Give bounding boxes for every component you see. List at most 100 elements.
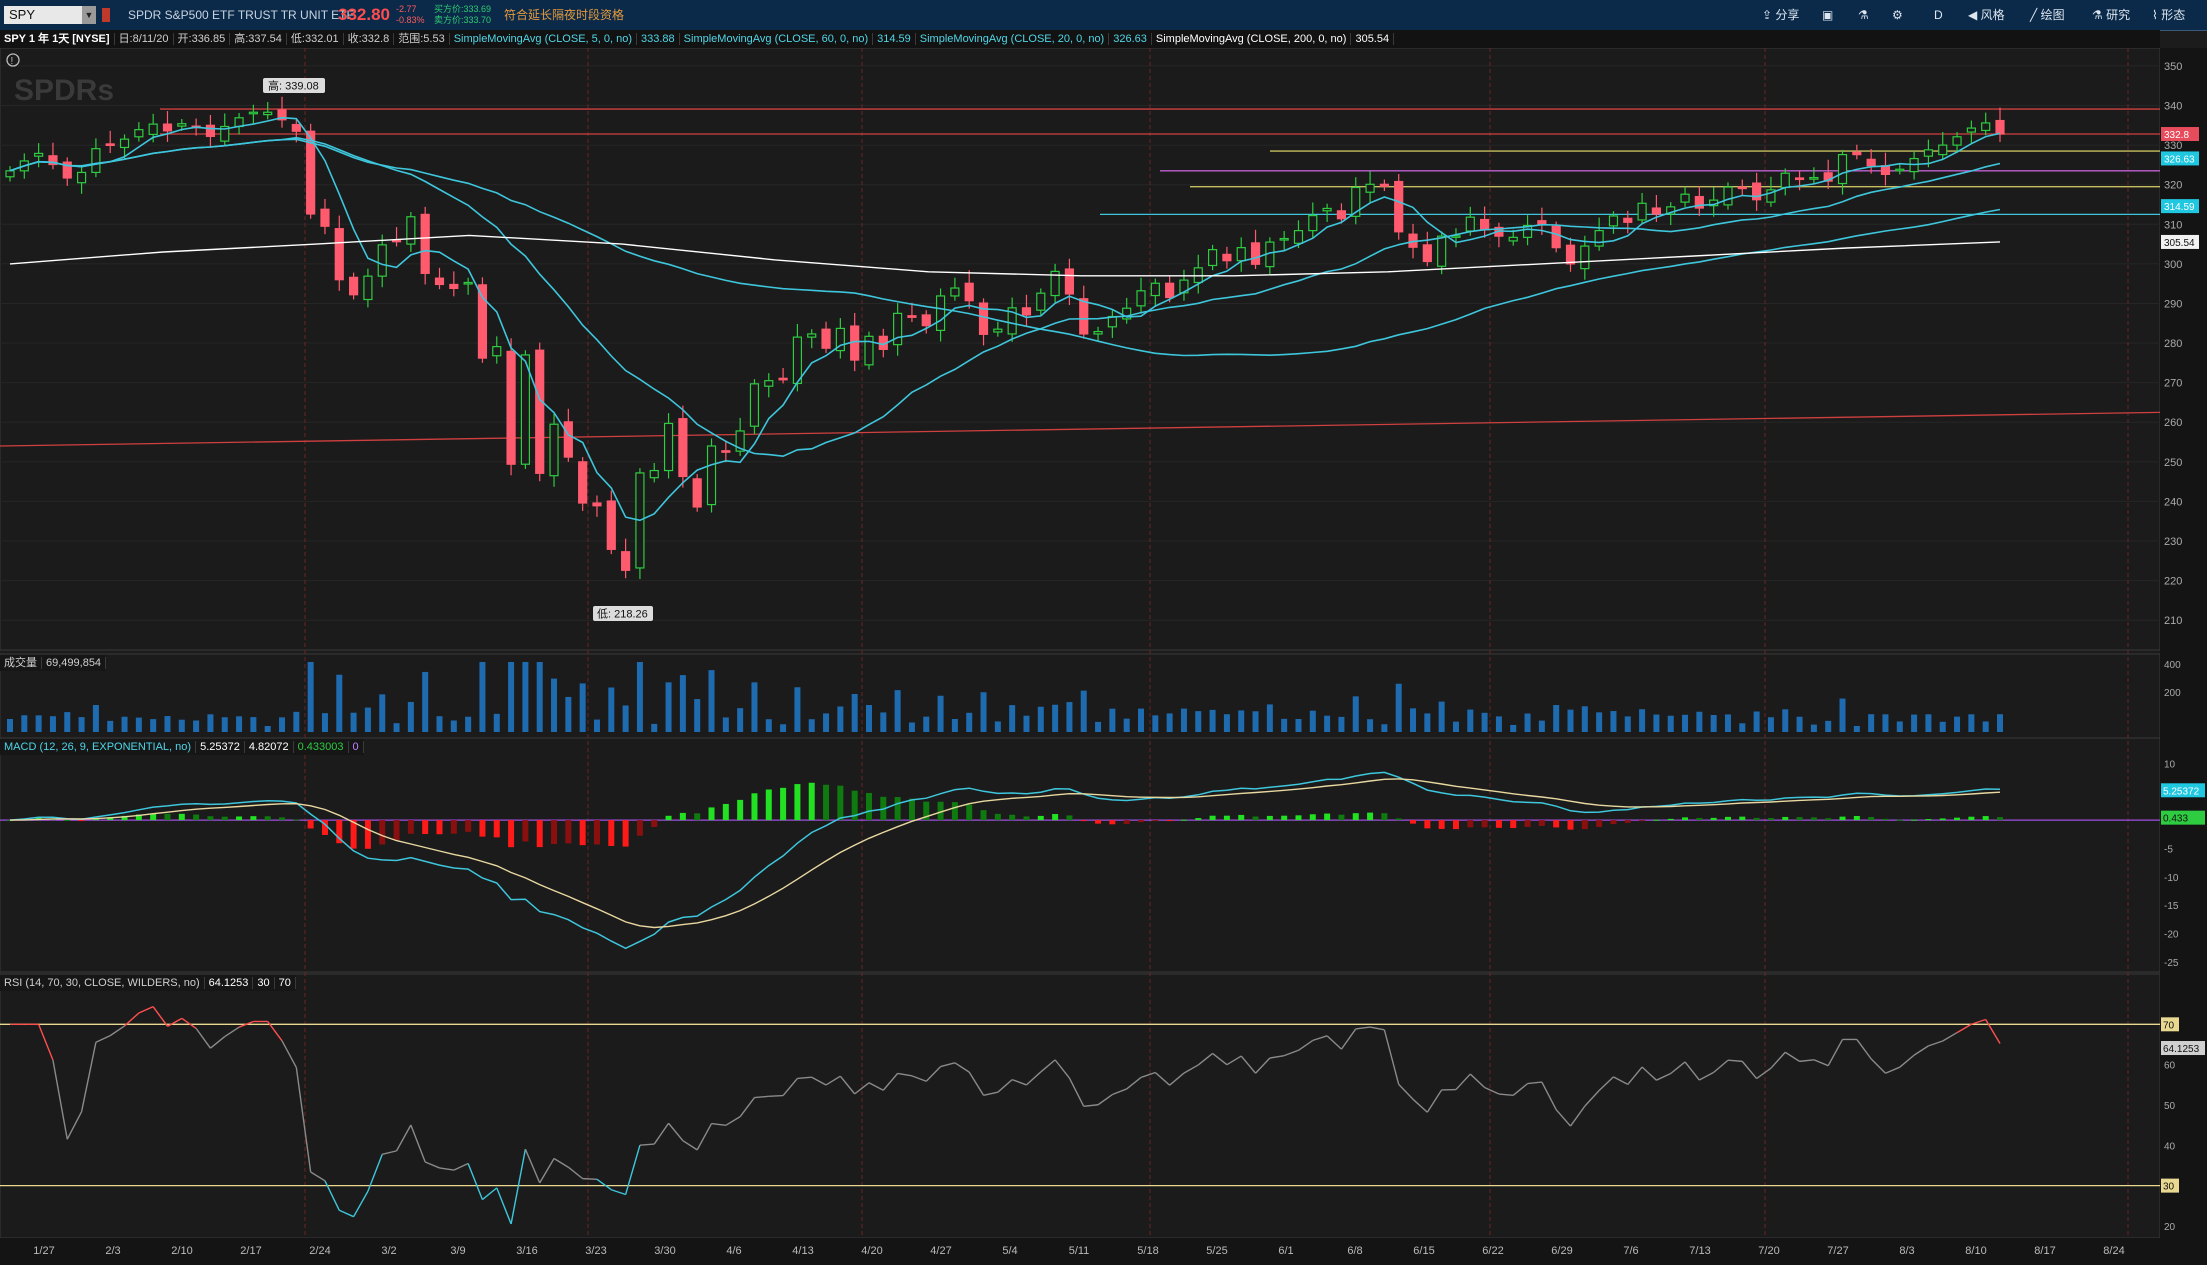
rsi-badge-label: 64.1253 <box>2163 1044 2200 1055</box>
date-tick-label: 3/16 <box>516 1245 537 1257</box>
candle-body <box>606 500 616 550</box>
volume-bar <box>1968 714 1975 732</box>
settings-button[interactable]: ⚙ <box>1892 0 1903 30</box>
volume-bar <box>307 662 314 732</box>
rsi-title[interactable]: RSI (14, 70, 30, CLOSE, WILDERS, no) <box>0 977 205 989</box>
volume-value: 69,499,854 <box>42 657 107 669</box>
macd-histogram-bar <box>1152 820 1159 822</box>
volume-bar <box>336 674 343 732</box>
rsi-tick-label: 20 <box>2164 1222 2176 1233</box>
date-tick-label: 3/2 <box>381 1245 396 1257</box>
macd-histogram-bar <box>608 820 615 846</box>
macd-histogram-bar <box>1581 820 1588 830</box>
candle-body <box>907 315 917 318</box>
rsi-label[interactable]: RSI (14, 70, 30, CLOSE, WILDERS, no) 64.1… <box>0 975 296 991</box>
volume-bar <box>150 719 157 732</box>
macd-avg: 4.82072 <box>244 741 294 753</box>
volume-bar <box>536 662 543 732</box>
volume-bar <box>293 711 300 732</box>
candle-body <box>1437 235 1447 267</box>
share-label: 分享 <box>1775 8 1800 22</box>
bar-date: 日:8/11/20 <box>114 33 174 45</box>
macd-histogram-bar <box>1997 817 2003 821</box>
macd-value: 5.25372 <box>196 741 245 753</box>
sma60-label[interactable]: SimpleMovingAvg (CLOSE, 60, 0, no) <box>679 33 874 45</box>
date-tick-label: 4/27 <box>930 1245 951 1257</box>
macd-histogram-bar <box>164 813 171 821</box>
macd-histogram-bar <box>264 816 271 821</box>
share-button[interactable]: ⇪ 分享 <box>1762 0 1799 30</box>
aggregation-button[interactable]: D <box>1934 0 1943 30</box>
net-change: -2.77 <box>396 4 417 14</box>
sma200-label[interactable]: SimpleMovingAvg (CLOSE, 200, 0, no) <box>1151 33 1352 45</box>
macd-histogram-bar <box>493 820 500 838</box>
rsi-value: 64.1253 <box>204 977 254 989</box>
macd-histogram-bar <box>1868 817 1875 821</box>
macd-histogram-bar <box>436 820 443 835</box>
candle-body <box>1293 230 1304 244</box>
volume-bar <box>1195 711 1202 732</box>
macd-histogram-bar <box>1352 813 1359 821</box>
macd-histogram-bar <box>293 819 300 821</box>
date-tick-label: 2/24 <box>309 1245 330 1257</box>
pencil-icon: ╱ <box>2030 8 2038 22</box>
volume-bar <box>193 720 200 732</box>
volume-bar <box>1281 718 1288 732</box>
studies-label: 研究 <box>2106 8 2131 22</box>
flag-icon[interactable] <box>102 8 110 22</box>
style-button[interactable]: ◀ 风格 <box>1968 0 2005 30</box>
price-tick-label: 300 <box>2164 259 2182 271</box>
pattern-icon: ⌇ <box>2152 8 2158 22</box>
volume-bar <box>107 720 114 732</box>
date-tick-label: 2/17 <box>240 1245 261 1257</box>
sma5-label[interactable]: SimpleMovingAvg (CLOSE, 5, 0, no) <box>449 33 638 45</box>
price-chart[interactable]: SPDRs 3503403303203103002902802702602502… <box>0 48 2207 1265</box>
candle-body <box>1981 122 1991 132</box>
snapshot-button[interactable]: ▣ <box>1822 0 1833 30</box>
date-tick-label: 7/6 <box>1623 1245 1638 1257</box>
macd-histogram-bar <box>64 819 71 821</box>
macd-histogram-bar <box>1524 820 1531 827</box>
candle-body <box>549 423 559 477</box>
volume-bar <box>1724 714 1731 732</box>
date-tick-label: 8/24 <box>2103 1245 2124 1257</box>
drawing-button[interactable]: ╱ 绘图 <box>2030 0 2065 30</box>
candle-body <box>1222 253 1232 262</box>
macd-histogram-bar <box>1925 819 1932 821</box>
patterns-button[interactable]: ⌇ 形态 <box>2152 0 2185 30</box>
volume-bar <box>980 692 987 732</box>
macd-title[interactable]: MACD (12, 26, 9, EXPONENTIAL, no) <box>0 741 197 753</box>
macd-histogram-bar <box>1424 820 1431 829</box>
macd-histogram-bar <box>364 820 371 849</box>
flask-button[interactable]: ⚗ <box>1858 0 1869 30</box>
candle-body <box>1637 202 1647 221</box>
volume-bar <box>279 717 286 732</box>
candle-body <box>1723 186 1733 206</box>
macd-histogram-bar <box>1338 814 1345 821</box>
macd-label[interactable]: MACD (12, 26, 9, EXPONENTIAL, no) 5.25372… <box>0 739 364 755</box>
symbol-dropdown-icon[interactable]: ▼ <box>82 6 96 24</box>
volume-bar <box>994 721 1001 732</box>
candle-body <box>1623 217 1633 223</box>
candle-body <box>993 328 1003 333</box>
volume-bar <box>1753 711 1760 732</box>
sma20-value: 326.63 <box>1109 33 1152 45</box>
date-tick-label: 5/11 <box>1069 1245 1090 1257</box>
candle-body <box>506 350 516 465</box>
studies-button[interactable]: ⚗ 研究 <box>2092 0 2130 30</box>
symbol-input[interactable]: SPY <box>4 6 94 24</box>
sma20-label[interactable]: SimpleMovingAvg (CLOSE, 20, 0, no) <box>915 33 1110 45</box>
volume-bar <box>49 716 56 732</box>
macd-histogram-bar <box>1939 818 1946 821</box>
candle-body <box>1308 214 1318 232</box>
volume-bar <box>1524 713 1531 732</box>
candle-body <box>821 328 831 349</box>
candle-body <box>205 124 216 137</box>
candle-body <box>1737 186 1747 190</box>
date-tick-label: 6/22 <box>1482 1245 1503 1257</box>
candle-body <box>34 152 44 157</box>
macd-histogram-bar <box>1381 813 1388 821</box>
macd-histogram-bar <box>980 810 987 821</box>
volume-bar <box>1481 712 1488 732</box>
macd-histogram-bar <box>1753 817 1760 821</box>
